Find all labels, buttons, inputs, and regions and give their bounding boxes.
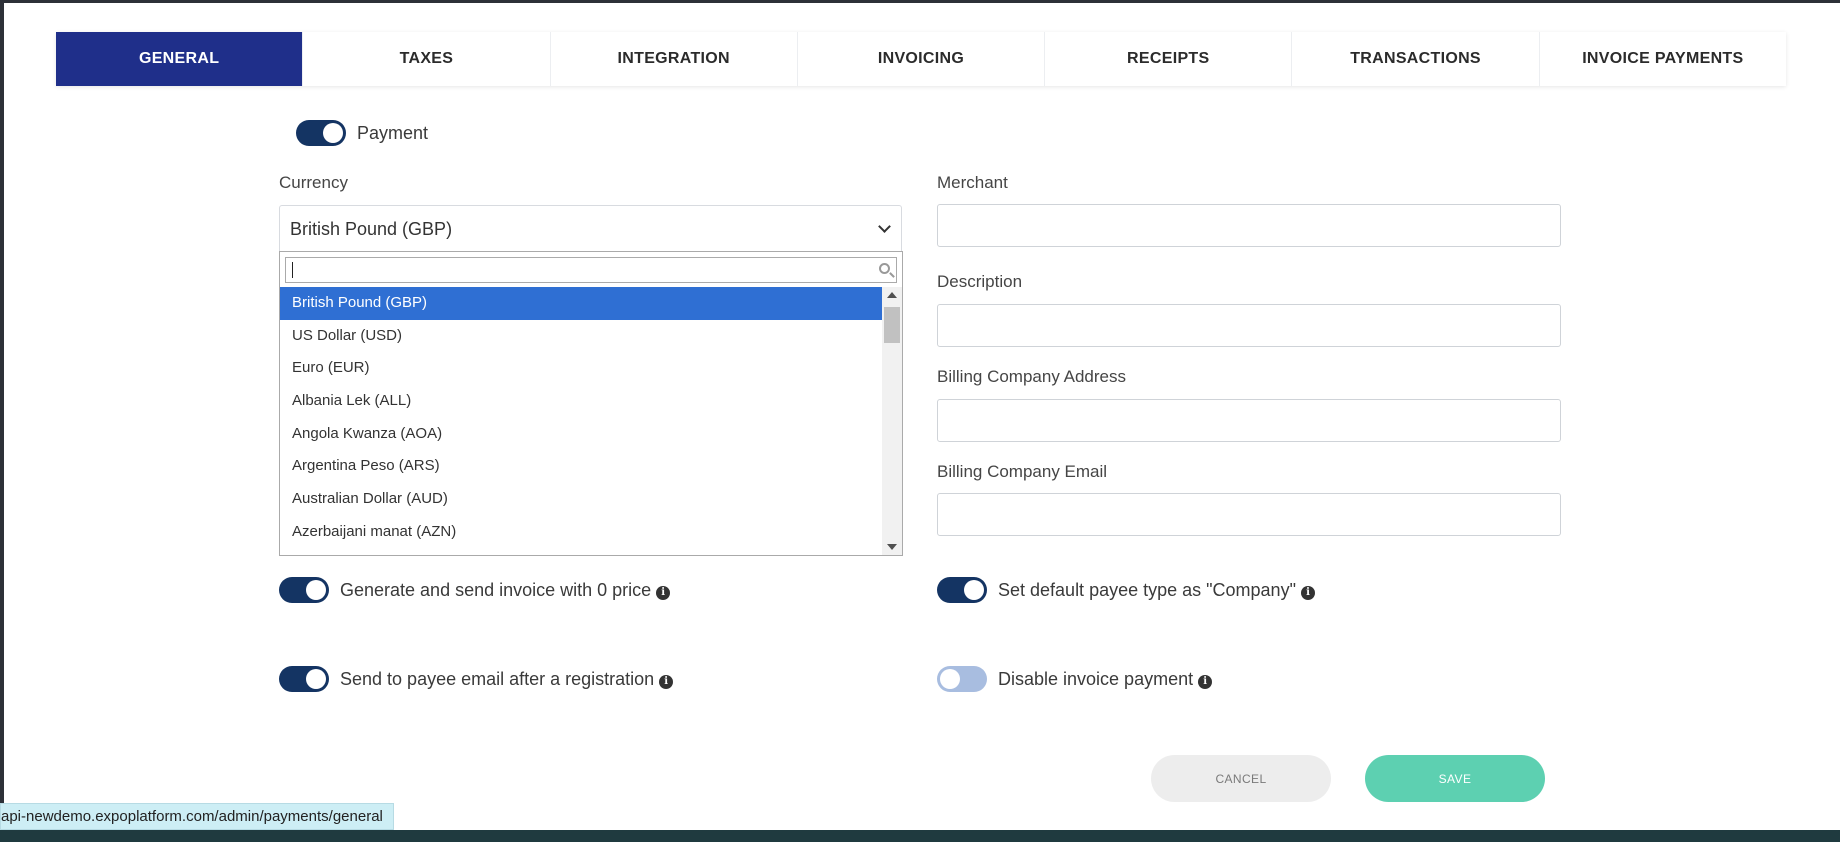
payment-toggle[interactable] <box>296 120 346 146</box>
window-top-edge <box>0 0 1840 3</box>
save-button[interactable]: SAVE <box>1365 755 1545 802</box>
description-input[interactable] <box>937 304 1561 347</box>
tab-general[interactable]: GENERAL <box>56 32 304 86</box>
cancel-button[interactable]: CANCEL <box>1151 755 1331 802</box>
currency-options-list: British Pound (GBP) US Dollar (USD) Euro… <box>280 287 882 555</box>
currency-option[interactable]: Albania Lek (ALL) <box>280 385 882 418</box>
currency-option[interactable]: Australian Dollar (AUD) <box>280 483 882 516</box>
currency-dropdown: British Pound (GBP) US Dollar (USD) Euro… <box>279 251 903 556</box>
payment-toggle-label: Payment <box>357 123 429 143</box>
chevron-down-icon <box>878 220 891 233</box>
info-icon[interactable]: i <box>1300 586 1315 600</box>
send-payee-email-label: Send to payee email after a registration… <box>340 669 674 690</box>
tab-invoice-payments[interactable]: INVOICE PAYMENTS <box>1540 32 1786 86</box>
currency-search-input[interactable] <box>285 257 897 283</box>
currency-option[interactable]: Angola Kwanza (AOA) <box>280 418 882 451</box>
disable-invoice-payment-text: Disable invoice payment <box>998 669 1194 689</box>
scrollbar-thumb[interactable] <box>884 307 900 343</box>
billing-address-label: Billing Company Address <box>937 367 1126 386</box>
billing-email-input[interactable] <box>937 493 1561 536</box>
currency-selected-value: British Pound (GBP) <box>290 219 453 239</box>
tab-taxes[interactable]: TAXES <box>303 32 551 86</box>
dropdown-scrollbar[interactable] <box>882 287 902 555</box>
merchant-label: Merchant <box>937 173 1008 192</box>
currency-option[interactable]: Azerbaijani manat (AZN) <box>280 516 882 549</box>
currency-select[interactable]: British Pound (GBP) <box>279 205 902 253</box>
settings-tabs: GENERAL TAXES INTEGRATION INVOICING RECE… <box>56 32 1786 86</box>
description-label: Description <box>937 272 1023 291</box>
disable-invoice-payment-label: Disable invoice payment i <box>998 669 1213 690</box>
currency-option[interactable]: Euro (EUR) <box>280 352 882 385</box>
window-left-edge <box>0 0 4 842</box>
info-icon[interactable]: i <box>656 586 671 600</box>
generate-invoice-toggle[interactable] <box>279 577 329 603</box>
tab-receipts[interactable]: RECEIPTS <box>1045 32 1293 86</box>
generate-invoice-label: Generate and send invoice with 0 price i <box>340 580 671 601</box>
scroll-up-icon[interactable] <box>887 292 897 298</box>
search-icon <box>879 263 890 274</box>
default-payee-company-toggle[interactable] <box>937 577 987 603</box>
billing-email-label: Billing Company Email <box>937 462 1108 481</box>
info-icon[interactable]: i <box>1198 675 1213 689</box>
tab-invoicing[interactable]: INVOICING <box>798 32 1046 86</box>
page: GENERAL TAXES INTEGRATION INVOICING RECE… <box>0 0 1840 842</box>
generate-invoice-text: Generate and send invoice with 0 price <box>340 580 652 600</box>
currency-option[interactable]: US Dollar (USD) <box>280 320 882 353</box>
send-payee-email-text: Send to payee email after a registration <box>340 669 655 689</box>
tab-transactions[interactable]: TRANSACTIONS <box>1292 32 1540 86</box>
info-icon[interactable]: i <box>659 675 674 689</box>
text-caret <box>292 262 293 278</box>
default-payee-company-label: Set default payee type as "Company" i <box>998 580 1315 601</box>
default-payee-company-text: Set default payee type as "Company" <box>998 580 1296 600</box>
merchant-input[interactable] <box>937 204 1561 247</box>
currency-option[interactable]: British Pound (GBP) <box>280 287 882 320</box>
scroll-down-icon[interactable] <box>887 544 897 550</box>
currency-label: Currency <box>279 173 348 192</box>
disable-invoice-payment-toggle[interactable] <box>937 666 987 692</box>
status-bar-url: api-newdemo.expoplatform.com/admin/payme… <box>0 803 394 830</box>
taskbar-strip <box>0 830 1840 842</box>
send-payee-email-toggle[interactable] <box>279 666 329 692</box>
billing-address-input[interactable] <box>937 399 1561 442</box>
currency-option[interactable]: Argentina Peso (ARS) <box>280 450 882 483</box>
tab-integration[interactable]: INTEGRATION <box>551 32 798 86</box>
